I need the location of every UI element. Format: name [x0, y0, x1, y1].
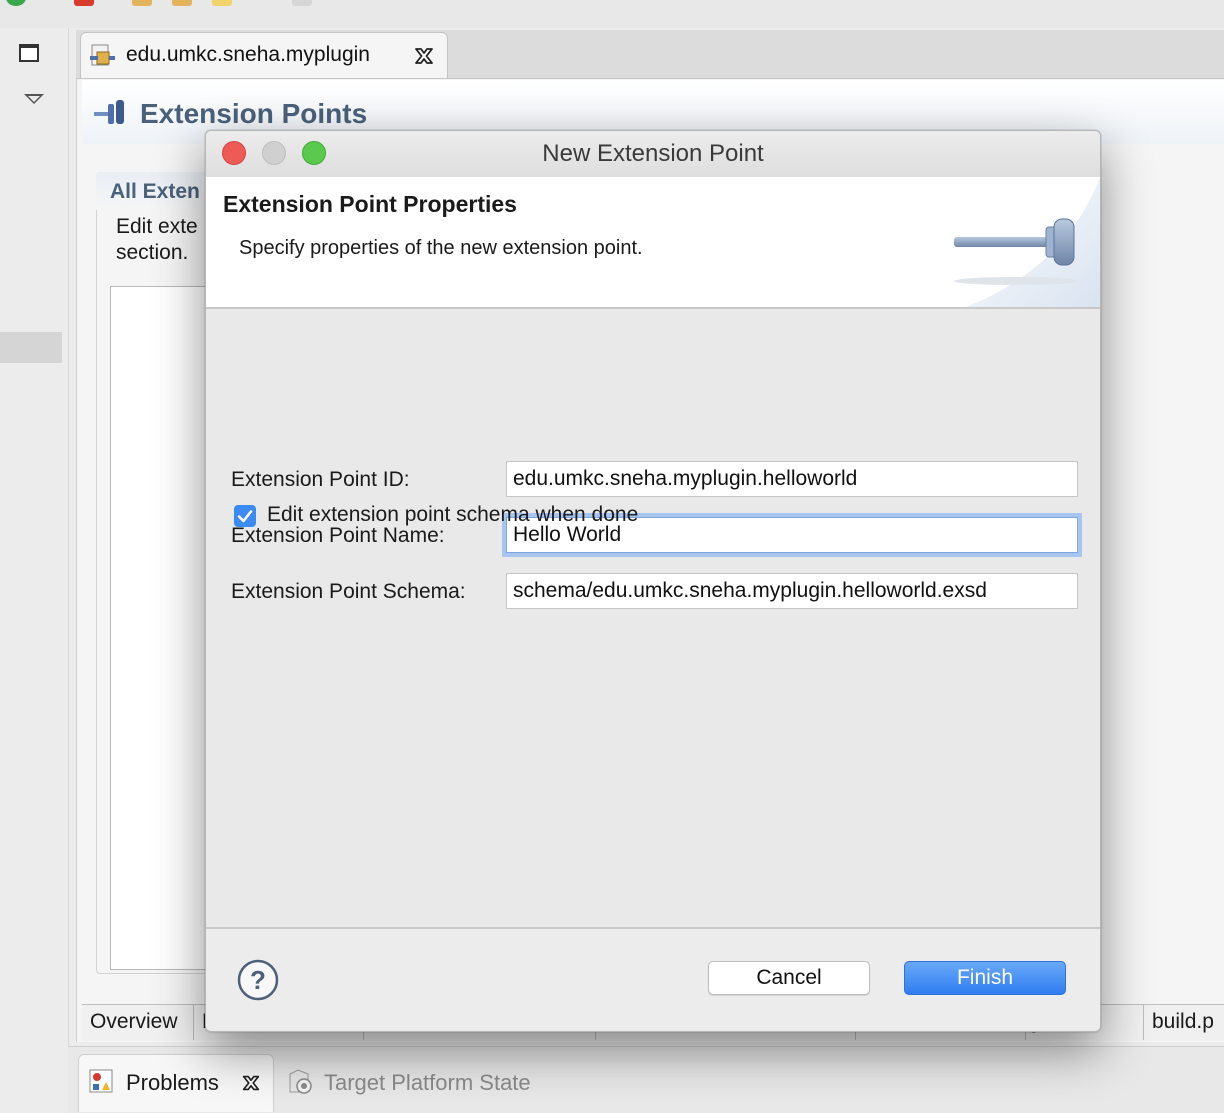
cancel-button[interactable]: Cancel [708, 961, 870, 995]
extension-point-schema-field[interactable] [506, 573, 1078, 609]
section-title: All Exten [110, 180, 200, 203]
extension-point-id-field[interactable] [506, 461, 1078, 497]
new-icon[interactable] [212, 0, 232, 6]
wizard-banner-icon [954, 177, 1100, 307]
target-platform-icon [289, 1069, 312, 1094]
dialog-titlebar[interactable]: New Extension Point [206, 131, 1100, 178]
run-icon[interactable] [6, 0, 26, 6]
minimize-icon[interactable] [19, 44, 39, 62]
wizard-page-description: Specify properties of the new extension … [239, 237, 643, 259]
copy-icon[interactable] [292, 0, 312, 6]
extension-point-schema-label: Extension Point Schema: [231, 580, 466, 603]
extension-point-id-label: Extension Point ID: [231, 468, 410, 491]
target-platform-tab-label[interactable]: Target Platform State [324, 1070, 531, 1096]
svg-text:?: ? [250, 965, 266, 995]
wizard-page-title: Extension Point Properties [223, 191, 517, 217]
open-icon[interactable] [172, 0, 192, 6]
selected-view-row[interactable] [0, 332, 62, 363]
finish-button[interactable]: Finish [904, 961, 1066, 995]
edit-schema-checkbox[interactable] [234, 505, 256, 527]
main-toolbar [0, 0, 1224, 28]
debug-icon[interactable] [74, 0, 94, 6]
help-icon[interactable]: ? [237, 959, 279, 1001]
view-menu-icon[interactable] [24, 94, 44, 104]
problems-icon [89, 1069, 113, 1093]
new-extension-point-dialog: New Extension Point Extension Point Prop… [205, 130, 1101, 1032]
extension-point-name-label: Extension Point Name: [231, 524, 445, 547]
left-panel [0, 28, 69, 1112]
dialog-title: New Extension Point [542, 140, 764, 167]
folder-icon[interactable] [132, 0, 152, 6]
tab-overview[interactable]: Overview [82, 1004, 194, 1040]
tab-build-properties[interactable]: build.p [1144, 1004, 1224, 1040]
form-title: Extension Points [140, 98, 368, 129]
plugin-icon [90, 44, 115, 66]
editor-tab-label: edu.umkc.sneha.myplugin [126, 43, 370, 66]
close-tab-icon[interactable] [240, 1072, 262, 1094]
wizard-form: Extension Point ID: Extension Point Name… [206, 309, 1100, 927]
problems-tab-label: Problems [126, 1070, 219, 1095]
edit-schema-checkbox-label[interactable]: Edit extension point schema when done [267, 503, 638, 527]
extension-points-icon [94, 100, 124, 124]
checkmark-icon [237, 510, 253, 523]
close-tab-icon[interactable] [412, 44, 436, 68]
